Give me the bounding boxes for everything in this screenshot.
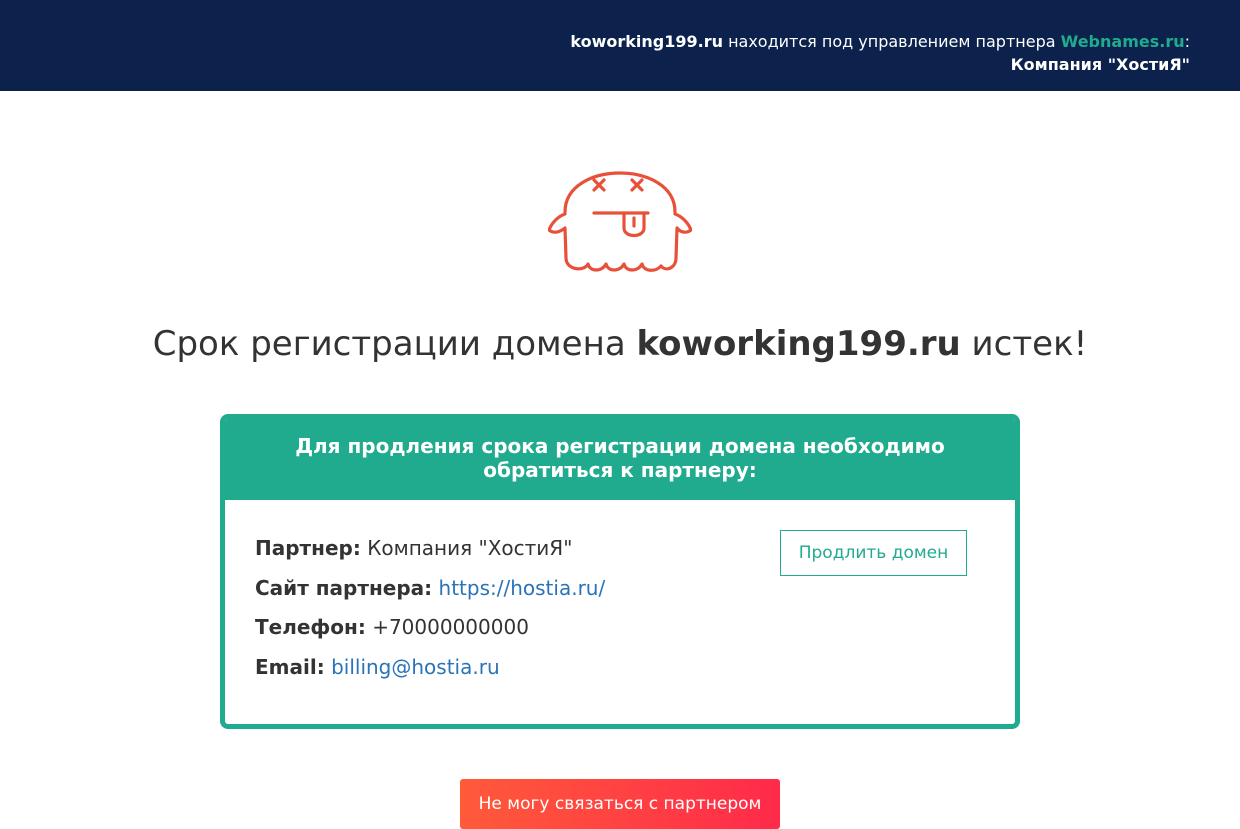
- banner-colon: :: [1184, 32, 1190, 51]
- headline-prefix: Срок регистрации домена: [152, 324, 637, 364]
- email-label: Email:: [255, 655, 325, 679]
- site-label: Сайт партнера:: [255, 576, 433, 600]
- headline-domain: koworking199.ru: [636, 324, 961, 364]
- phone-value: +70000000000: [372, 615, 529, 639]
- webnames-link[interactable]: Webnames.ru: [1061, 32, 1185, 51]
- partner-value: Компания "ХостиЯ": [367, 536, 573, 560]
- dead-ghost-icon: [548, 171, 692, 272]
- extend-domain-button[interactable]: Продлить домен: [780, 530, 967, 576]
- partner-row: Партнер: Компания "ХостиЯ": [255, 534, 572, 562]
- cannot-contact-partner-button[interactable]: Не могу связаться с партнером: [460, 779, 780, 829]
- headline-suffix: истек!: [960, 324, 1088, 364]
- email-row: Email: billing@hostia.ru: [255, 653, 500, 681]
- expired-headline: Срок регистрации домена koworking199.ru …: [0, 320, 1240, 368]
- partner-notice: koworking199.ru находится под управление…: [570, 30, 1190, 76]
- site-link[interactable]: https://hostia.ru/: [439, 576, 606, 600]
- banner-text: находится под управлением партнера: [722, 32, 1061, 51]
- partner-label: Партнер:: [255, 536, 361, 560]
- card-header: Для продления срока регистрации домена н…: [225, 419, 1015, 500]
- site-row: Сайт партнера: https://hostia.ru/: [255, 574, 605, 602]
- banner-company: Компания "ХостиЯ": [1010, 55, 1190, 74]
- phone-label: Телефон:: [255, 615, 366, 639]
- email-link[interactable]: billing@hostia.ru: [331, 655, 500, 679]
- phone-row: Телефон: +70000000000: [255, 613, 529, 641]
- partner-info-card: Для продления срока регистрации домена н…: [220, 414, 1020, 729]
- top-banner: koworking199.ru находится под управление…: [0, 0, 1240, 91]
- banner-domain: koworking199.ru: [570, 32, 723, 51]
